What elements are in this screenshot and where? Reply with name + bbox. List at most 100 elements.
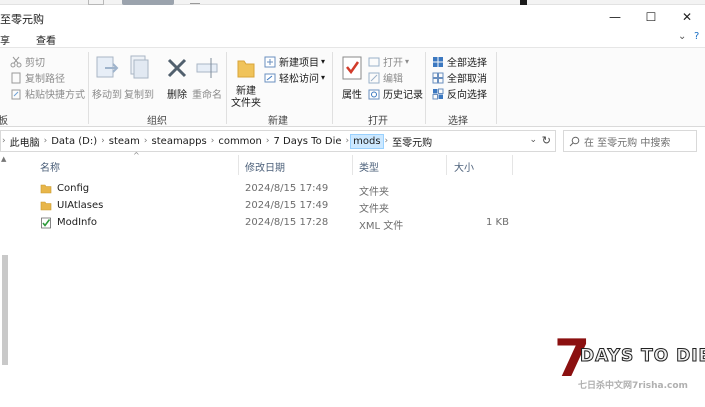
cut-label: 剪切	[25, 58, 45, 69]
file-type: 文件夹	[359, 187, 389, 198]
new-item-button[interactable]: 新建项目 ▾	[264, 54, 325, 69]
file-row[interactable]: ModInfo 2024/8/15 17:28 XML 文件 1 KB	[0, 215, 705, 232]
properties-button[interactable]: 属性	[338, 52, 366, 101]
breadcrumb-this-pc[interactable]: 此电脑	[7, 134, 43, 149]
xml-file-icon	[41, 217, 51, 229]
easy-access-label: 轻松访问	[279, 74, 319, 85]
easy-access-icon	[264, 73, 276, 82]
edit-button[interactable]: 编辑	[368, 70, 403, 85]
new-folder-icon	[237, 60, 255, 78]
refresh-icon[interactable]: ↻	[542, 134, 551, 147]
strip-decoration	[190, 0, 200, 4]
scissors-icon	[10, 56, 22, 67]
file-modified: 2024/8/15 17:49	[245, 183, 329, 194]
close-button[interactable]: ✕	[669, 5, 705, 29]
rename-button[interactable]: 重命名	[192, 52, 222, 101]
minimize-button[interactable]: —	[597, 5, 633, 29]
ribbon-tabs: 共享 查看 ⌄ ?	[0, 29, 705, 47]
search-input[interactable]: 在 至零元购 中搜索	[563, 130, 697, 152]
watermark-logo: 7 DAYS TO DIE 七日杀中文网7risha.com	[550, 333, 705, 403]
move-to-button[interactable]: 移动到	[92, 52, 122, 101]
edit-label: 编辑	[383, 74, 403, 85]
expand-ribbon-icon[interactable]: ⌄	[678, 31, 686, 42]
scroll-up-icon[interactable]: ▲	[1, 155, 6, 163]
file-modified: 2024/8/15 17:28	[245, 217, 329, 228]
tab-view[interactable]: 查看	[36, 32, 56, 47]
select-none-icon	[432, 72, 444, 83]
rename-icon	[196, 58, 218, 78]
file-row[interactable]: Config 2024/8/15 17:49 文件夹	[0, 181, 705, 198]
column-modified[interactable]: 修改日期	[245, 159, 285, 174]
open-button[interactable]: 打开 ▾	[368, 54, 409, 69]
breadcrumb-data-drive[interactable]: Data (D:)	[48, 136, 100, 147]
copy-to-label: 复制到	[124, 90, 154, 101]
invert-selection-icon	[432, 88, 444, 99]
delete-button[interactable]: 删除	[163, 52, 191, 101]
organize-group-label: 组织	[147, 116, 167, 127]
new-item-label: 新建项目	[279, 58, 319, 69]
file-modified: 2024/8/15 17:49	[245, 200, 329, 211]
search-placeholder: 在 至零元购 中搜索	[584, 137, 671, 149]
select-all-label: 全部选择	[447, 58, 487, 69]
history-label: 历史记录	[383, 90, 423, 101]
file-name: UIAtlases	[57, 200, 104, 211]
select-none-button[interactable]: 全部取消	[432, 70, 487, 85]
breadcrumb-steamapps[interactable]: steamapps	[149, 136, 210, 147]
folder-icon	[40, 201, 52, 211]
cut-button[interactable]: 剪切	[10, 54, 45, 69]
select-none-label: 全部取消	[447, 74, 487, 85]
select-all-button[interactable]: 全部选择	[432, 54, 487, 69]
delete-label: 删除	[167, 90, 187, 101]
copy-path-button[interactable]: 复制路径	[10, 70, 65, 85]
invert-selection-label: 反向选择	[447, 90, 487, 101]
easy-access-button[interactable]: 轻松访问 ▾	[264, 70, 325, 85]
window-title: 至零元购	[0, 13, 44, 26]
scroll-thumb[interactable]	[2, 255, 8, 365]
address-bar[interactable]: › 此电脑 › Data (D:) › steam › steamapps › …	[0, 130, 556, 152]
dropdown-arrow-icon: ▾	[405, 57, 410, 66]
search-icon	[569, 136, 580, 146]
column-divider[interactable]	[238, 155, 239, 175]
invert-selection-button[interactable]: 反向选择	[432, 86, 487, 101]
copy-path-icon	[11, 72, 21, 83]
vertical-scrollbar[interactable]: ▲	[0, 155, 10, 407]
column-type[interactable]: 类型	[359, 159, 379, 174]
breadcrumb-steam[interactable]: steam	[106, 136, 143, 147]
breadcrumb-7-days-to-die[interactable]: 7 Days To Die	[271, 136, 345, 147]
column-header: ^ 名称 修改日期 类型 大小	[0, 151, 705, 175]
ribbon-separator	[88, 52, 89, 124]
history-button[interactable]: 历史记录	[368, 86, 423, 101]
properties-label: 属性	[342, 90, 362, 101]
file-name: Config	[57, 183, 90, 194]
column-divider[interactable]	[512, 155, 513, 175]
file-row[interactable]: UIAtlases 2024/8/15 17:49 文件夹	[0, 198, 705, 215]
new-folder-button[interactable]: 新建 文件夹	[231, 52, 261, 110]
breadcrumb-current-folder[interactable]: 至零元购	[389, 134, 435, 149]
breadcrumb-common[interactable]: common	[215, 136, 265, 147]
folder-icon	[40, 184, 52, 194]
paste-shortcut-button[interactable]: 粘贴快捷方式	[10, 86, 85, 101]
tab-share[interactable]: 共享	[0, 32, 10, 47]
history-icon	[368, 89, 380, 99]
column-divider[interactable]	[352, 155, 353, 175]
file-type: 文件夹	[359, 204, 389, 215]
help-icon[interactable]: ?	[694, 31, 699, 42]
dropdown-arrow-icon: ▾	[321, 57, 326, 66]
paste-shortcut-icon	[11, 89, 21, 99]
delete-x-icon	[167, 58, 187, 78]
logo-text: DAYS TO DIE	[579, 346, 705, 367]
file-type: XML 文件	[359, 221, 404, 232]
address-dropdown-icon[interactable]: ⌄	[529, 135, 537, 145]
new-item-icon	[264, 56, 276, 67]
maximize-button[interactable]: ☐	[633, 5, 669, 29]
ribbon: 剪切 复制路径 粘贴快捷方式 板 移动到 复制到 删除 重命名 组织 新建 文件…	[0, 47, 705, 127]
column-divider[interactable]	[446, 155, 447, 175]
edit-icon	[368, 72, 380, 83]
copy-to-button[interactable]: 复制到	[124, 52, 154, 101]
copy-to-icon	[130, 55, 149, 79]
breadcrumb-mods[interactable]: mods	[350, 133, 384, 149]
new-group-label: 新建	[268, 116, 288, 127]
column-size[interactable]: 大小	[454, 159, 474, 174]
new-folder-label: 新建 文件夹	[231, 86, 261, 109]
column-name[interactable]: 名称	[40, 159, 60, 174]
